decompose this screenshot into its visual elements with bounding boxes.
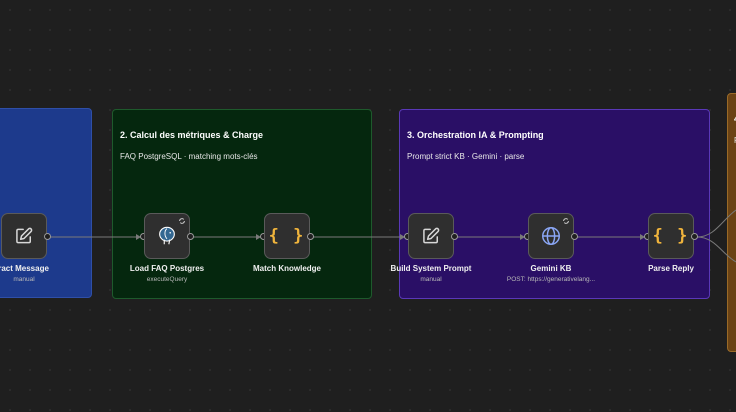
node-label: Load FAQ Postgres	[129, 264, 205, 273]
node-extract-message[interactable]	[1, 213, 47, 259]
node-subtitle: manual	[13, 276, 35, 283]
connection-parse-out-lower[interactable]	[696, 236, 736, 263]
node-label: Build System Prompt	[390, 264, 472, 273]
output-port[interactable]	[691, 233, 698, 240]
code-braces-icon: { }	[652, 226, 690, 246]
connection-wires	[50, 209, 736, 263]
node-load-faq-postgres[interactable]	[144, 213, 190, 259]
node-label: Parse Reply	[648, 264, 694, 273]
refresh-icon	[179, 218, 185, 224]
output-port[interactable]	[44, 233, 51, 240]
refresh-icon	[563, 218, 569, 224]
output-port[interactable]	[571, 233, 578, 240]
globe-icon	[542, 227, 560, 245]
node-gemini-kb[interactable]	[528, 213, 574, 259]
output-port[interactable]	[187, 233, 194, 240]
edit-icon	[16, 227, 33, 244]
node-subtitle: executeQuery	[146, 276, 188, 283]
node-label: ctract Message	[0, 264, 49, 273]
edit-icon	[423, 227, 440, 244]
node-match-knowledge[interactable]: { }	[264, 213, 310, 259]
output-port[interactable]	[451, 233, 458, 240]
workflow-canvas[interactable]: ge 2. Calcul des métriques & Charge FAQ …	[0, 0, 736, 412]
node-build-system-prompt[interactable]	[408, 213, 454, 259]
node-subtitle: manual	[420, 276, 442, 283]
output-port[interactable]	[307, 233, 314, 240]
node-subtitle: POST: https://generativelang...	[506, 276, 596, 283]
connection-parse-out-upper[interactable]	[696, 209, 736, 238]
postgres-elephant-icon	[159, 226, 175, 245]
code-braces-icon: { }	[268, 226, 306, 246]
node-parse-reply[interactable]: { }	[648, 213, 694, 259]
node-label: Gemini KB	[530, 264, 572, 273]
node-label: Match Knowledge	[252, 264, 321, 273]
